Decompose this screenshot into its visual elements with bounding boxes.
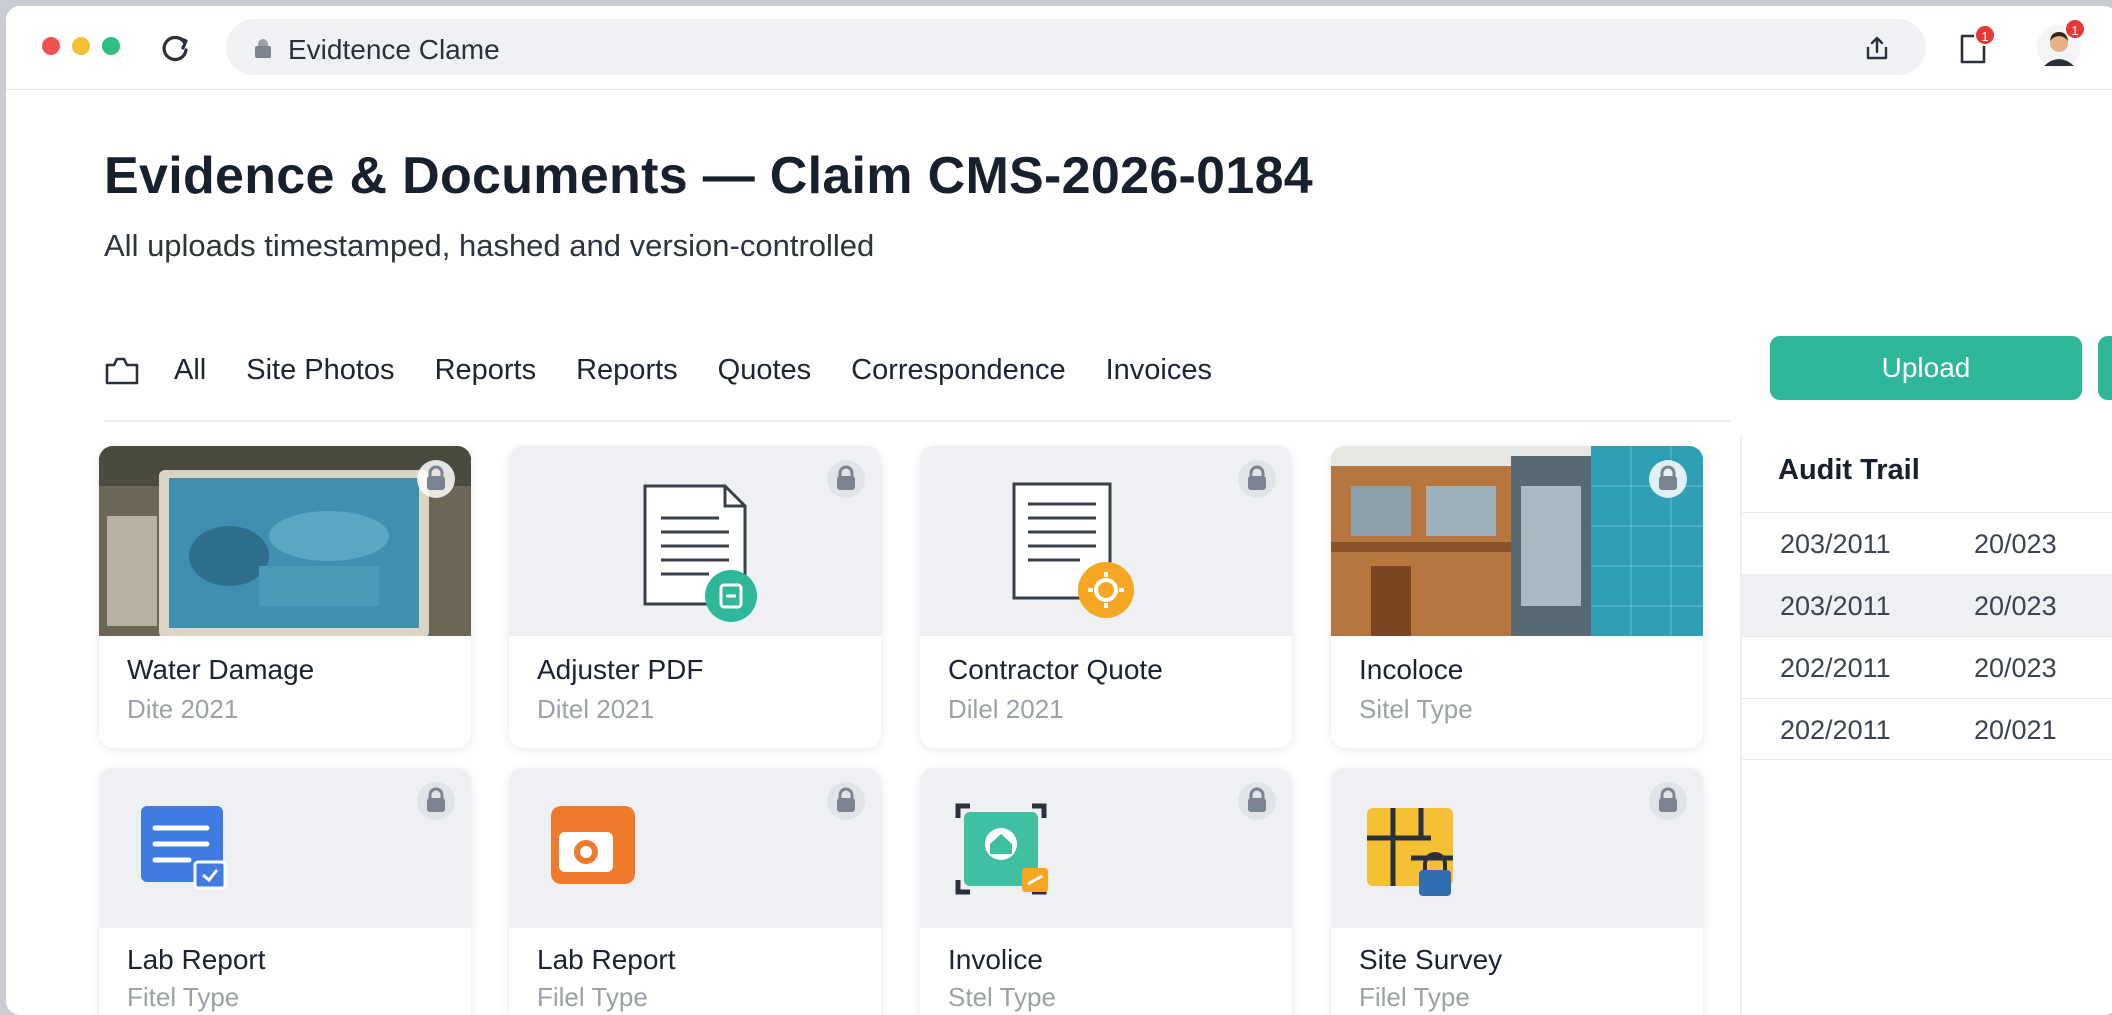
lock-icon <box>1238 782 1276 820</box>
page-subtitle: All uploads timestamped, hashed and vers… <box>104 228 875 263</box>
folder-icon[interactable] <box>104 353 140 387</box>
lock-icon <box>827 460 865 498</box>
lock-icon <box>417 460 455 498</box>
audit-cell: 20/021 <box>1974 715 2057 745</box>
url-text: Evidtence Clame <box>288 34 500 65</box>
audit-trail-title: Audit Trail <box>1778 454 1920 486</box>
card-name: Contractor Quote <box>948 654 1163 685</box>
user-avatar[interactable]: 1 <box>2036 18 2086 70</box>
reload-icon[interactable] <box>158 32 192 66</box>
tab-invoices[interactable]: Invoices <box>1106 354 1212 387</box>
maximize-window-button[interactable] <box>102 37 120 55</box>
lock-icon <box>417 782 455 820</box>
evidence-card-water-damage[interactable]: Water Damage Dite 2021 <box>99 446 471 748</box>
avatar-badge: 1 <box>2064 18 2086 40</box>
card-name: Involice <box>948 944 1043 975</box>
document-gear-icon <box>1012 482 1134 618</box>
lock-icon <box>827 782 865 820</box>
audit-row[interactable]: 202/2011 20/021 <box>1742 698 2112 760</box>
scan-invoice-icon <box>955 803 1048 895</box>
tab-reports-2[interactable]: Reports <box>576 354 678 387</box>
audit-cell: 20/023 <box>1974 591 2057 621</box>
filter-tabs: All Site Photos Reports Reports Quotes C… <box>104 348 1252 392</box>
evidence-card-lab-report-2[interactable]: Lab Report Filel Type <box>509 768 881 1015</box>
building-interior-photo <box>1331 446 1703 636</box>
page-title: Evidence & Documents — Claim CMS-2026-01… <box>104 147 1314 205</box>
document-thumb <box>920 446 1292 636</box>
audit-row[interactable]: 203/2011 20/023 <box>1742 512 2112 574</box>
tab-quotes[interactable]: Quotes <box>718 354 812 387</box>
lock-icon <box>1238 460 1276 498</box>
card-meta: Dite 2021 <box>127 694 239 724</box>
evidence-card-site-survey[interactable]: Site Survey Filel Type <box>1331 768 1703 1015</box>
card-meta: Stel Type <box>948 982 1056 1012</box>
card-name: Water Damage <box>127 654 315 685</box>
address-bar[interactable]: Evidtence Clame <box>226 19 1926 75</box>
close-window-button[interactable] <box>42 37 60 55</box>
audit-cell: 20/023 <box>1974 529 2057 559</box>
tab-site-photos[interactable]: Site Photos <box>246 354 394 387</box>
card-name: Adjuster PDF <box>537 654 704 685</box>
lock-icon <box>1649 782 1687 820</box>
browser-toolbar: Evidtence Clame 1 1 <box>6 6 2112 90</box>
upload-button[interactable]: Upload <box>1770 336 2082 400</box>
document-icon <box>643 484 757 622</box>
notifications-button[interactable]: 1 <box>1956 24 1996 66</box>
audit-cell: 203/2011 <box>1780 591 1891 621</box>
card-meta: Filel Type <box>1359 982 1470 1012</box>
audit-cell: 202/2011 <box>1780 653 1891 683</box>
report-doc-icon <box>141 806 227 890</box>
card-name: Site Survey <box>1359 944 1503 975</box>
camera-icon <box>551 806 635 884</box>
card-meta: Ditel 2021 <box>537 694 655 724</box>
evidence-card-adjuster-pdf[interactable]: Adjuster PDF Ditel 2021 <box>509 446 881 748</box>
card-meta: Filel Type <box>537 982 648 1012</box>
card-name: Incoloce <box>1359 654 1464 685</box>
tab-reports[interactable]: Reports <box>435 354 537 387</box>
minimize-window-button[interactable] <box>72 37 90 55</box>
evidence-card-contractor-quote[interactable]: Contractor Quote Dilel 2021 <box>920 446 1292 748</box>
audit-cell: 203/2011 <box>1780 529 1891 559</box>
water-damage-photo <box>99 446 471 636</box>
evidence-card-involice[interactable]: Involice Stel Type <box>920 768 1292 1015</box>
tabs-divider <box>104 420 1730 422</box>
audit-row[interactable]: 202/2011 20/023 <box>1742 636 2112 698</box>
evidence-card-lab-report[interactable]: Lab Report Fitel Type <box>99 768 471 1015</box>
card-name: Lab Report <box>537 944 676 975</box>
survey-map-lock-icon <box>1367 808 1453 896</box>
lock-icon <box>1649 460 1687 498</box>
card-meta: Fitel Type <box>127 982 240 1012</box>
survey-thumb <box>1331 768 1703 928</box>
evidence-card-incoloce[interactable]: Incoloce Sitel Type <box>1331 446 1703 748</box>
card-name: Lab Report <box>127 944 266 975</box>
report-thumb <box>99 768 471 928</box>
audit-trail-panel: Audit Trail 203/2011 20/023 203/2011 20/… <box>1740 436 2112 1015</box>
document-thumb <box>509 446 881 636</box>
browser-window: Evidtence Clame 1 1 Evidence & Documents… <box>6 6 2112 1015</box>
card-meta: Dilel 2021 <box>948 694 1064 724</box>
notification-badge: 1 <box>1974 24 1996 46</box>
audit-row[interactable]: 203/2011 20/023 <box>1742 574 2112 636</box>
lock-icon <box>255 39 271 58</box>
upload-options-button[interactable] <box>2098 336 2112 400</box>
photo-thumb <box>509 768 881 928</box>
card-meta: Sitel Type <box>1359 694 1473 724</box>
share-icon[interactable] <box>1862 33 1892 63</box>
invoice-thumb <box>920 768 1292 928</box>
audit-cell: 20/023 <box>1974 653 2057 683</box>
tab-correspondence[interactable]: Correspondence <box>851 354 1065 387</box>
tab-all[interactable]: All <box>174 354 206 387</box>
audit-cell: 202/2011 <box>1780 715 1891 745</box>
